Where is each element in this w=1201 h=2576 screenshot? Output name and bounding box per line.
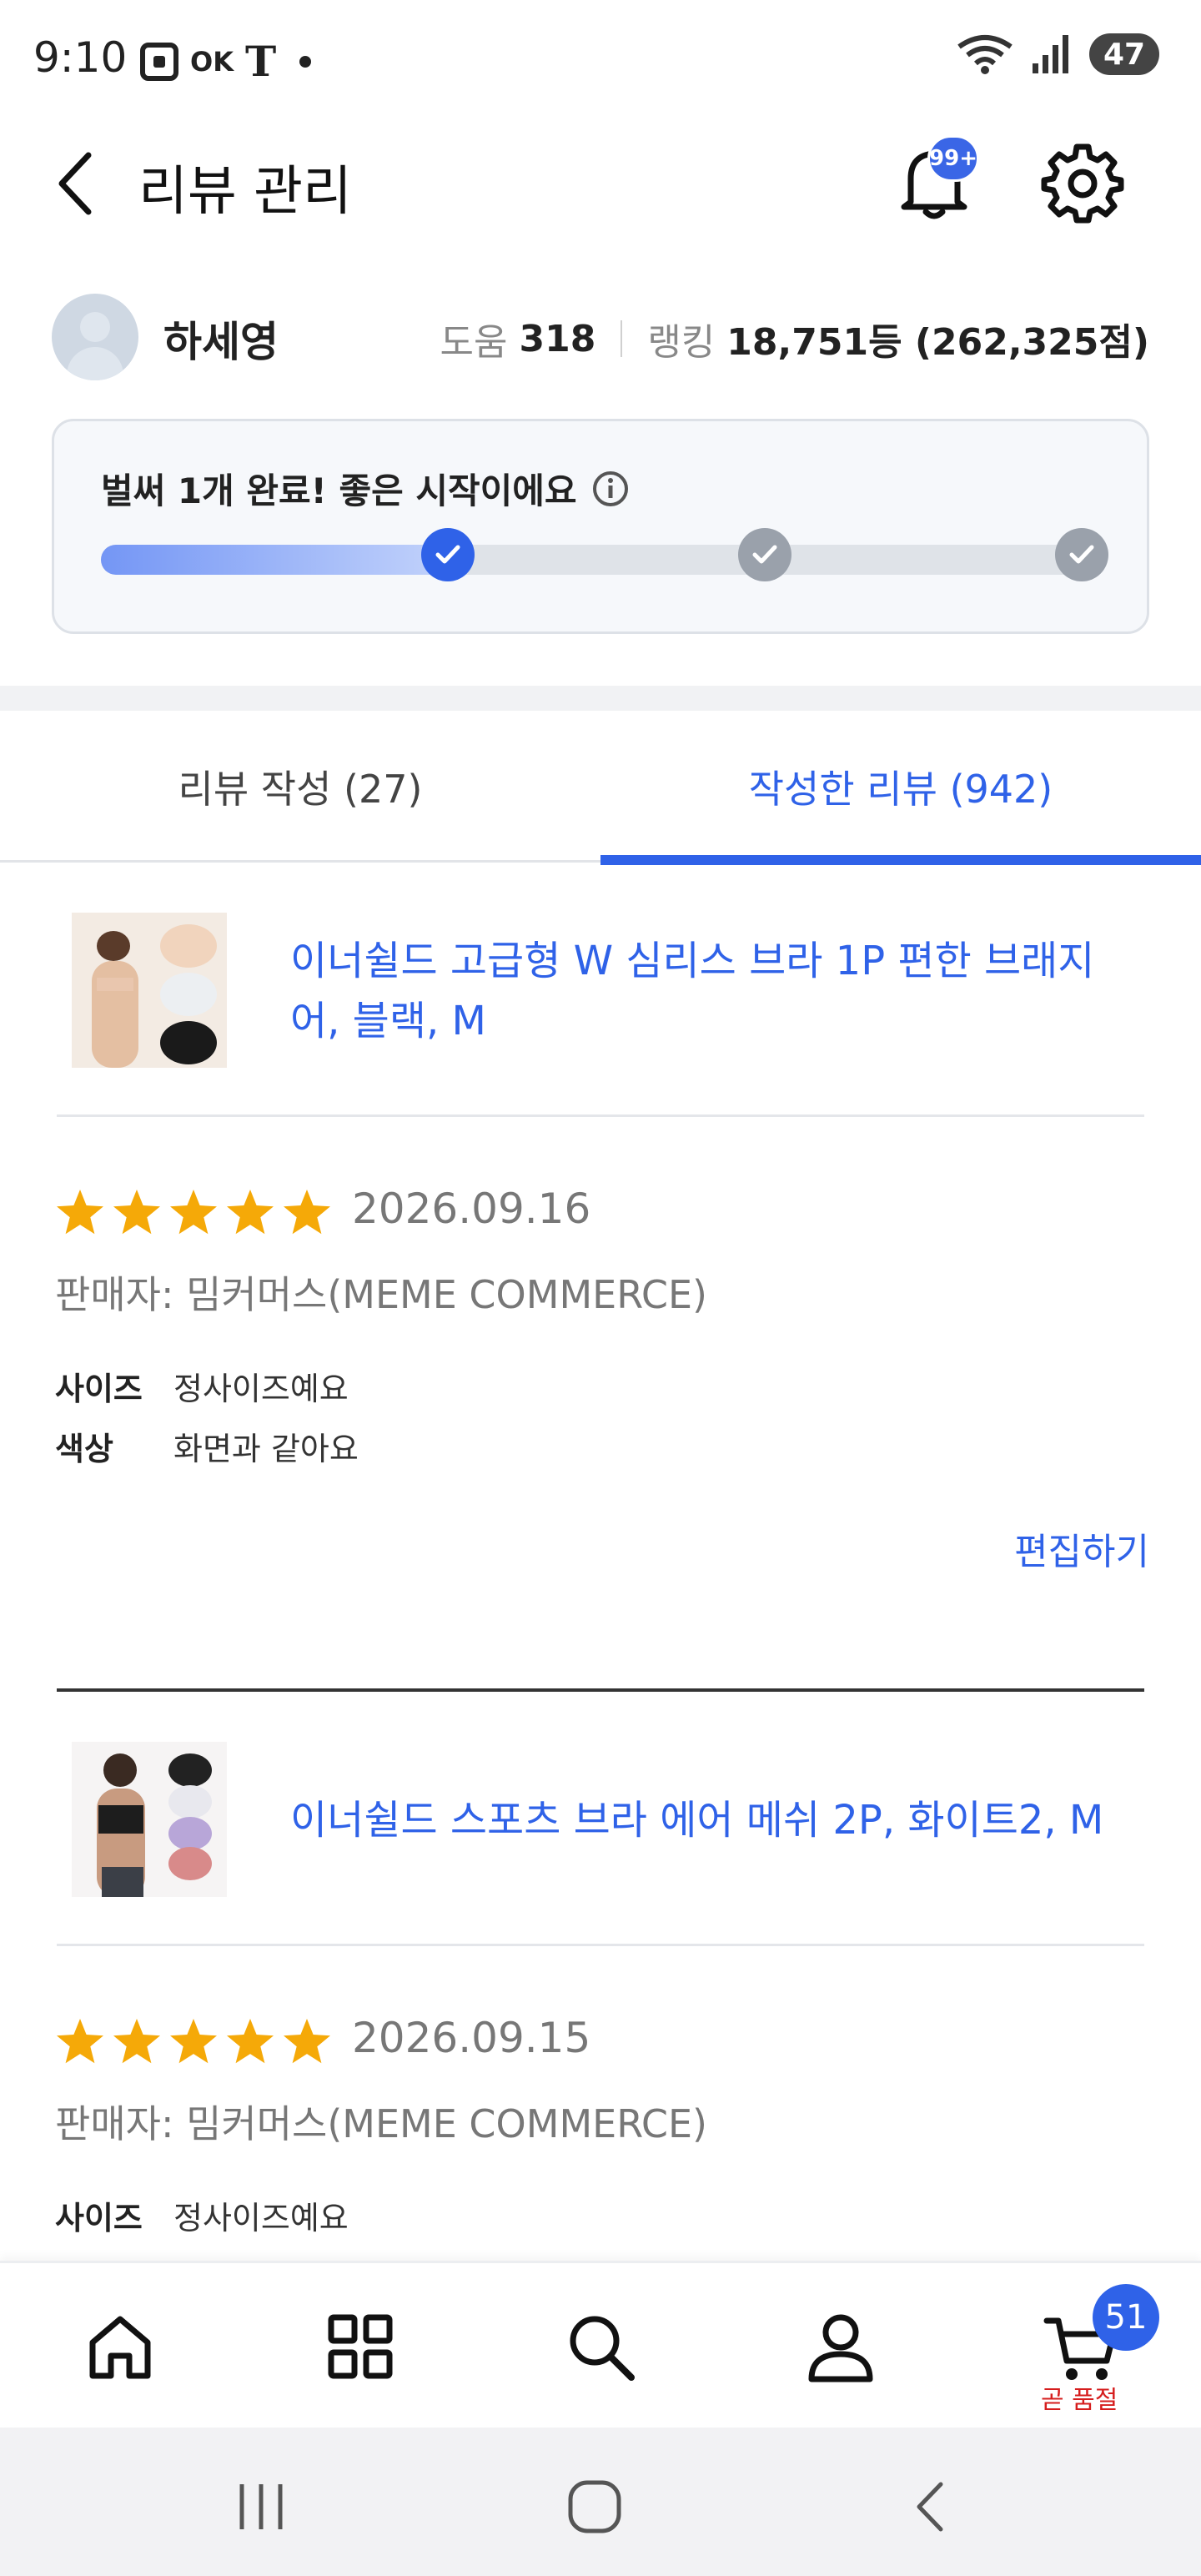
edit-review-button[interactable]: 편집하기 bbox=[1014, 1522, 1149, 1575]
settings-button[interactable] bbox=[1041, 140, 1124, 224]
chevron-left-icon bbox=[58, 152, 92, 215]
star-icon bbox=[113, 1190, 160, 1235]
signal-icon bbox=[1033, 35, 1068, 73]
check-icon bbox=[435, 545, 460, 564]
section-divider bbox=[0, 686, 1201, 711]
progress-step-3 bbox=[1055, 528, 1108, 581]
notification-badge: 99+ bbox=[927, 135, 979, 182]
nav-home[interactable] bbox=[78, 2305, 162, 2388]
page-title: 리뷰 관리 bbox=[138, 161, 352, 223]
review-attribute: 사이즈 정사이즈예요 bbox=[55, 2192, 349, 2238]
review-separator bbox=[57, 1688, 1144, 1692]
app-header: 리뷰 관리 bbox=[0, 117, 1201, 242]
tab-written-reviews[interactable]: 작성한 리뷰 (942) bbox=[600, 711, 1201, 865]
gear-icon bbox=[1041, 143, 1124, 224]
product-thumbnail[interactable] bbox=[72, 1742, 227, 1897]
home-circle-icon bbox=[568, 2480, 621, 2533]
product-image bbox=[72, 1742, 227, 1897]
product-image bbox=[72, 913, 227, 1068]
attribute-value: 정사이즈예요 bbox=[173, 1371, 349, 1407]
progress-track bbox=[101, 545, 1102, 575]
t-icon: T bbox=[245, 37, 277, 86]
tab-write-review[interactable]: 리뷰 작성 (27) bbox=[0, 711, 600, 863]
profile-stats: 도움 318 랭킹 18,751등 (262,325점) bbox=[440, 312, 1150, 365]
stats-divider bbox=[621, 320, 623, 357]
star-icon bbox=[284, 2019, 330, 2064]
back-arrow-icon bbox=[917, 2482, 943, 2532]
star-icon bbox=[57, 2019, 103, 2064]
tab-label: 작성한 리뷰 (942) bbox=[748, 767, 1053, 812]
bottom-navigation bbox=[0, 2261, 1201, 2428]
cart-count-badge: 51 bbox=[1093, 2284, 1159, 2351]
review-attribute: 색상 화면과 같아요 bbox=[55, 1423, 359, 1469]
review-attribute: 사이즈 정사이즈예요 bbox=[55, 1363, 349, 1409]
recent-apps-icon bbox=[239, 2484, 283, 2529]
attribute-value: 정사이즈예요 bbox=[173, 2200, 349, 2236]
divider bbox=[57, 1944, 1144, 1946]
star-icon bbox=[113, 2019, 160, 2064]
attribute-label: 색상 bbox=[55, 1431, 113, 1467]
battery-icon: 47 bbox=[1089, 33, 1159, 75]
nav-search[interactable] bbox=[559, 2305, 642, 2388]
star-icon bbox=[284, 1190, 330, 1235]
back-system-button[interactable] bbox=[894, 2469, 969, 2544]
category-icon bbox=[328, 2314, 393, 2379]
my-page-icon bbox=[808, 2314, 873, 2382]
dot-icon bbox=[299, 55, 312, 68]
attribute-value: 화면과 같아요 bbox=[173, 1431, 359, 1467]
ranking-label: 랭킹 bbox=[647, 321, 716, 364]
attribute-label: 사이즈 bbox=[55, 2200, 143, 2236]
review-date: 2026.09.16 bbox=[352, 1185, 591, 1233]
star-icon bbox=[170, 1190, 217, 1235]
attribute-label: 사이즈 bbox=[55, 1371, 143, 1407]
product-thumbnail[interactable] bbox=[72, 913, 227, 1068]
back-button[interactable] bbox=[47, 150, 105, 217]
seller-name: 판매자: 밈커머스(MEME COMMERCE) bbox=[55, 1272, 708, 1317]
help-label: 도움 bbox=[440, 321, 508, 364]
active-tab-indicator bbox=[600, 855, 1201, 865]
wifi-icon bbox=[957, 35, 1013, 74]
divider bbox=[57, 1114, 1144, 1117]
progress-fill bbox=[101, 545, 451, 575]
star-icon bbox=[227, 1190, 274, 1235]
nav-my-page[interactable] bbox=[799, 2305, 882, 2388]
recent-apps-button[interactable] bbox=[224, 2469, 299, 2544]
tab-label: 리뷰 작성 (27) bbox=[178, 767, 423, 812]
review-tabs: 리뷰 작성 (27) 작성한 리뷰 (942) bbox=[0, 711, 1201, 865]
home-icon bbox=[89, 2316, 151, 2379]
progress-message-text: 벌써 1개 완료! 좋은 시작이에요 bbox=[101, 470, 577, 511]
help-value: 318 bbox=[519, 317, 596, 360]
info-icon[interactable] bbox=[590, 469, 631, 509]
check-icon bbox=[752, 545, 777, 564]
review-date: 2026.09.15 bbox=[352, 2014, 591, 2062]
status-icons-right: 47 bbox=[956, 33, 1159, 75]
check-icon bbox=[1069, 545, 1094, 564]
avatar[interactable] bbox=[52, 294, 138, 380]
product-title-link[interactable]: 이너쉴드 스포츠 브라 에어 메쉬 2P, 화이트2, M bbox=[290, 1790, 1124, 1850]
system-navigation-bar bbox=[0, 2428, 1201, 2576]
progress-message: 벌써 1개 완료! 좋은 시작이에요 bbox=[101, 463, 631, 514]
home-system-button[interactable] bbox=[557, 2469, 632, 2544]
status-icons-left: OK T bbox=[140, 37, 312, 86]
star-icon bbox=[170, 2019, 217, 2064]
product-title-link[interactable]: 이너쉴드 고급형 W 심리스 브라 1P 편한 브래지어, 블랙, M bbox=[290, 931, 1124, 1051]
screenshot-icon bbox=[140, 42, 178, 81]
star-icon bbox=[227, 2019, 274, 2064]
review-progress-card: 벌써 1개 완료! 좋은 시작이에요 bbox=[52, 419, 1149, 634]
user-name: 하세영 bbox=[163, 318, 279, 366]
star-icon bbox=[57, 1190, 103, 1235]
cart-soldout-note: 곧 품절 bbox=[1041, 2386, 1118, 2415]
ok-icon: OK bbox=[190, 45, 234, 78]
profile-summary: 하세영 도움 318 랭킹 18,751등 (262,325점) bbox=[0, 284, 1201, 392]
progress-step-1 bbox=[421, 528, 475, 581]
ranking-value: 18,751등 (262,325점) bbox=[726, 321, 1149, 364]
nav-category[interactable] bbox=[319, 2305, 402, 2388]
rating-stars bbox=[55, 1188, 332, 1236]
seller-name: 판매자: 밈커머스(MEME COMMERCE) bbox=[55, 2101, 708, 2146]
rating-stars bbox=[55, 2017, 332, 2065]
status-bar: 9:10 OK T 47 bbox=[0, 0, 1201, 117]
status-time: 9:10 bbox=[33, 33, 128, 82]
progress-step-2 bbox=[738, 528, 791, 581]
search-icon bbox=[570, 2316, 635, 2381]
